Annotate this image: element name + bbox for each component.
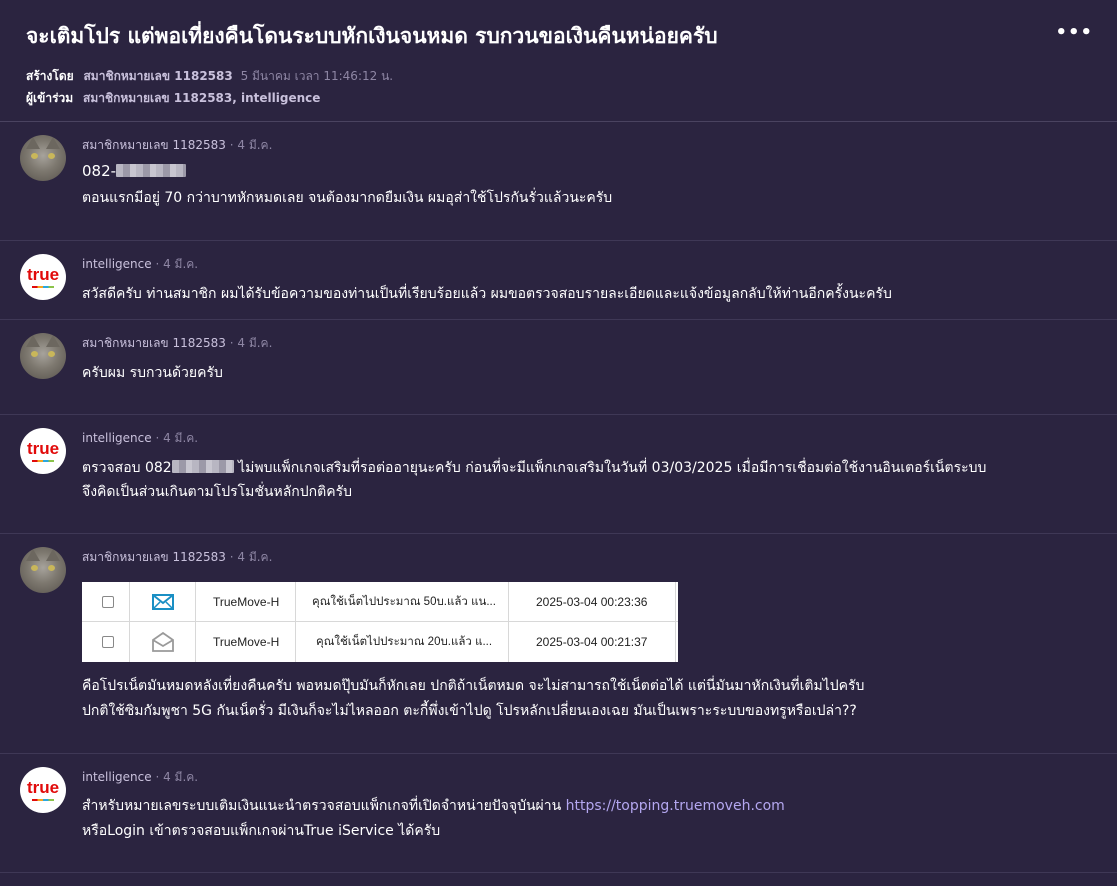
post-author[interactable]: สมาชิกหมายเลข 1182583 · 4 มี.ค. [82, 334, 272, 353]
sms-row: TrueMove-H คุณใช้เน็ตไปประมาณ 20บ.แล้ว แ… [82, 622, 678, 662]
redacted-blur [116, 164, 187, 177]
logo-dots [32, 286, 54, 288]
message-text: สวัสดีครับ ท่านสมาชิก ผมได้รับข้อความของ… [82, 286, 892, 302]
message-text: ครับผม รบกวนด้วยครับ [82, 365, 223, 381]
created-time: 5 มีนาคม เวลา 11:46:12 น. [240, 69, 394, 83]
separator: · [229, 336, 234, 350]
author-name[interactable]: intelligence [82, 770, 152, 784]
author-name[interactable]: intelligence [82, 431, 152, 445]
cat-avatar-icon[interactable] [20, 135, 66, 181]
envelope-closed-icon [152, 594, 174, 610]
true-logo-icon[interactable]: true [20, 428, 66, 474]
message-line: ตรวจสอบ 082 ไม่พบแพ็กเกจเสริมที่รอต่ออาย… [82, 457, 986, 479]
true-logo-text: true [26, 778, 60, 797]
post-author[interactable]: สมาชิกหมายเลข 1182583 · 4 มี.ค. [82, 136, 272, 155]
post-author[interactable]: intelligence · 4 มี.ค. [82, 255, 198, 274]
separator: · [155, 257, 160, 271]
separator: · [155, 431, 160, 445]
post-date: 4 มี.ค. [237, 138, 273, 152]
attached-screenshot[interactable]: TrueMove-H คุณใช้เน็ตไปประมาณ 50บ.แล้ว แ… [82, 582, 678, 662]
message-text: ปกติใช้ซิมกัมพูชา 5G กันเน็ตรั่ว มีเงินก… [82, 703, 857, 719]
phone-number: 082- [82, 162, 117, 180]
package-link[interactable]: https://topping.truemoveh.com [566, 798, 785, 814]
post-date: 4 มี.ค. [237, 550, 273, 564]
message-post: สมาชิกหมายเลข 1182583 · 4 มี.ค. ครับผม ร… [0, 320, 1117, 415]
sms-preview: คุณใช้เน็ตไปประมาณ 20บ.แล้ว แ... [296, 622, 509, 662]
created-by-row: สร้างโดย สมาชิกหมายเลข 1182583 5 มีนาคม … [26, 67, 393, 86]
post-date: 4 มี.ค. [163, 257, 199, 271]
more-options-icon[interactable]: ••• [1055, 22, 1093, 43]
message-line: 082- [82, 162, 187, 180]
message-text: สำหรับหมายเลขระบบเติมเงินแนะนำตรวจสอบแพ็… [82, 798, 566, 814]
envelope-open-icon [152, 632, 174, 652]
true-logo-icon[interactable]: true [20, 254, 66, 300]
message-text: ตอนแรกมีอยู่ 70 กว่าบาทหักหมดเลย จนต้องม… [82, 190, 613, 206]
participants-label: ผู้เข้าร่วม [26, 91, 74, 105]
post-date: 4 มี.ค. [237, 336, 273, 350]
sms-sender: TrueMove-H [196, 622, 296, 662]
cat-avatar-icon[interactable] [20, 333, 66, 379]
author-name[interactable]: สมาชิกหมายเลข 1182583 [82, 550, 226, 564]
sms-time: 2025-03-04 00:23:36 [509, 582, 676, 622]
post-date: 4 มี.ค. [163, 431, 199, 445]
message-post: true intelligence · 4 มี.ค. ตรวจสอบ 082 … [0, 415, 1117, 534]
created-by-label: สร้างโดย [26, 69, 74, 83]
sms-sender: TrueMove-H [196, 582, 296, 622]
post-author[interactable]: intelligence · 4 มี.ค. [82, 429, 198, 448]
message-line: สำหรับหมายเลขระบบเติมเงินแนะนำตรวจสอบแพ็… [82, 795, 785, 817]
author-name[interactable]: สมาชิกหมายเลข 1182583 [82, 336, 226, 350]
row-checkbox [102, 636, 114, 648]
separator: · [229, 138, 234, 152]
logo-dots [32, 460, 54, 462]
topic-header: จะเติมโปร แต่พอเที่ยงคืนโดนระบบหักเงินจน… [0, 0, 1117, 122]
participants-row: ผู้เข้าร่วม สมาชิกหมายเลข 1182583, intel… [26, 89, 320, 108]
row-checkbox [102, 596, 114, 608]
message-text: คือโปรเน็ตมันหมดหลังเที่ยงคืนครับ พอหมดป… [82, 678, 865, 694]
true-logo-icon[interactable]: true [20, 767, 66, 813]
message-post: true intelligence · 4 มี.ค. สำหรับหมายเล… [0, 754, 1117, 873]
separator: · [155, 770, 160, 784]
message-text: จึงคิดเป็นส่วนเกินตามโปรโมชั่นหลักปกติคร… [82, 484, 352, 500]
post-author[interactable]: intelligence · 4 มี.ค. [82, 768, 198, 787]
true-logo-text: true [26, 265, 60, 284]
message-text: หรือLogin เข้าตรวจสอบแพ็กเกจผ่านTrue iSe… [82, 823, 441, 839]
post-date: 4 มี.ค. [163, 770, 199, 784]
message-text: ไม่พบแพ็กเกจเสริมที่รอต่ออายุนะครับ ก่อน… [233, 460, 987, 476]
message-text: ตรวจสอบ 082 [82, 460, 172, 476]
redacted-blur [171, 460, 234, 473]
true-logo-text: true [26, 439, 60, 458]
cat-avatar-icon[interactable] [20, 547, 66, 593]
message-post: สมาชิกหมายเลข 1182583 · 4 มี.ค. 082- ตอน… [0, 122, 1117, 241]
sms-row: TrueMove-H คุณใช้เน็ตไปประมาณ 50บ.แล้ว แ… [82, 582, 678, 622]
created-by-user[interactable]: สมาชิกหมายเลข 1182583 [83, 69, 232, 83]
topic-title: จะเติมโปร แต่พอเที่ยงคืนโดนระบบหักเงินจน… [26, 24, 718, 48]
post-author[interactable]: สมาชิกหมายเลข 1182583 · 4 มี.ค. [82, 548, 272, 567]
message-post: true intelligence · 4 มี.ค. สวัสดีครับ ท… [0, 241, 1117, 320]
participants-list: สมาชิกหมายเลข 1182583, intelligence [83, 91, 321, 105]
separator: · [229, 550, 234, 564]
sms-time: 2025-03-04 00:21:37 [509, 622, 676, 662]
sms-preview: คุณใช้เน็ตไปประมาณ 50บ.แล้ว แน... [296, 582, 509, 622]
author-name[interactable]: สมาชิกหมายเลข 1182583 [82, 138, 226, 152]
author-name[interactable]: intelligence [82, 257, 152, 271]
logo-dots [32, 799, 54, 801]
